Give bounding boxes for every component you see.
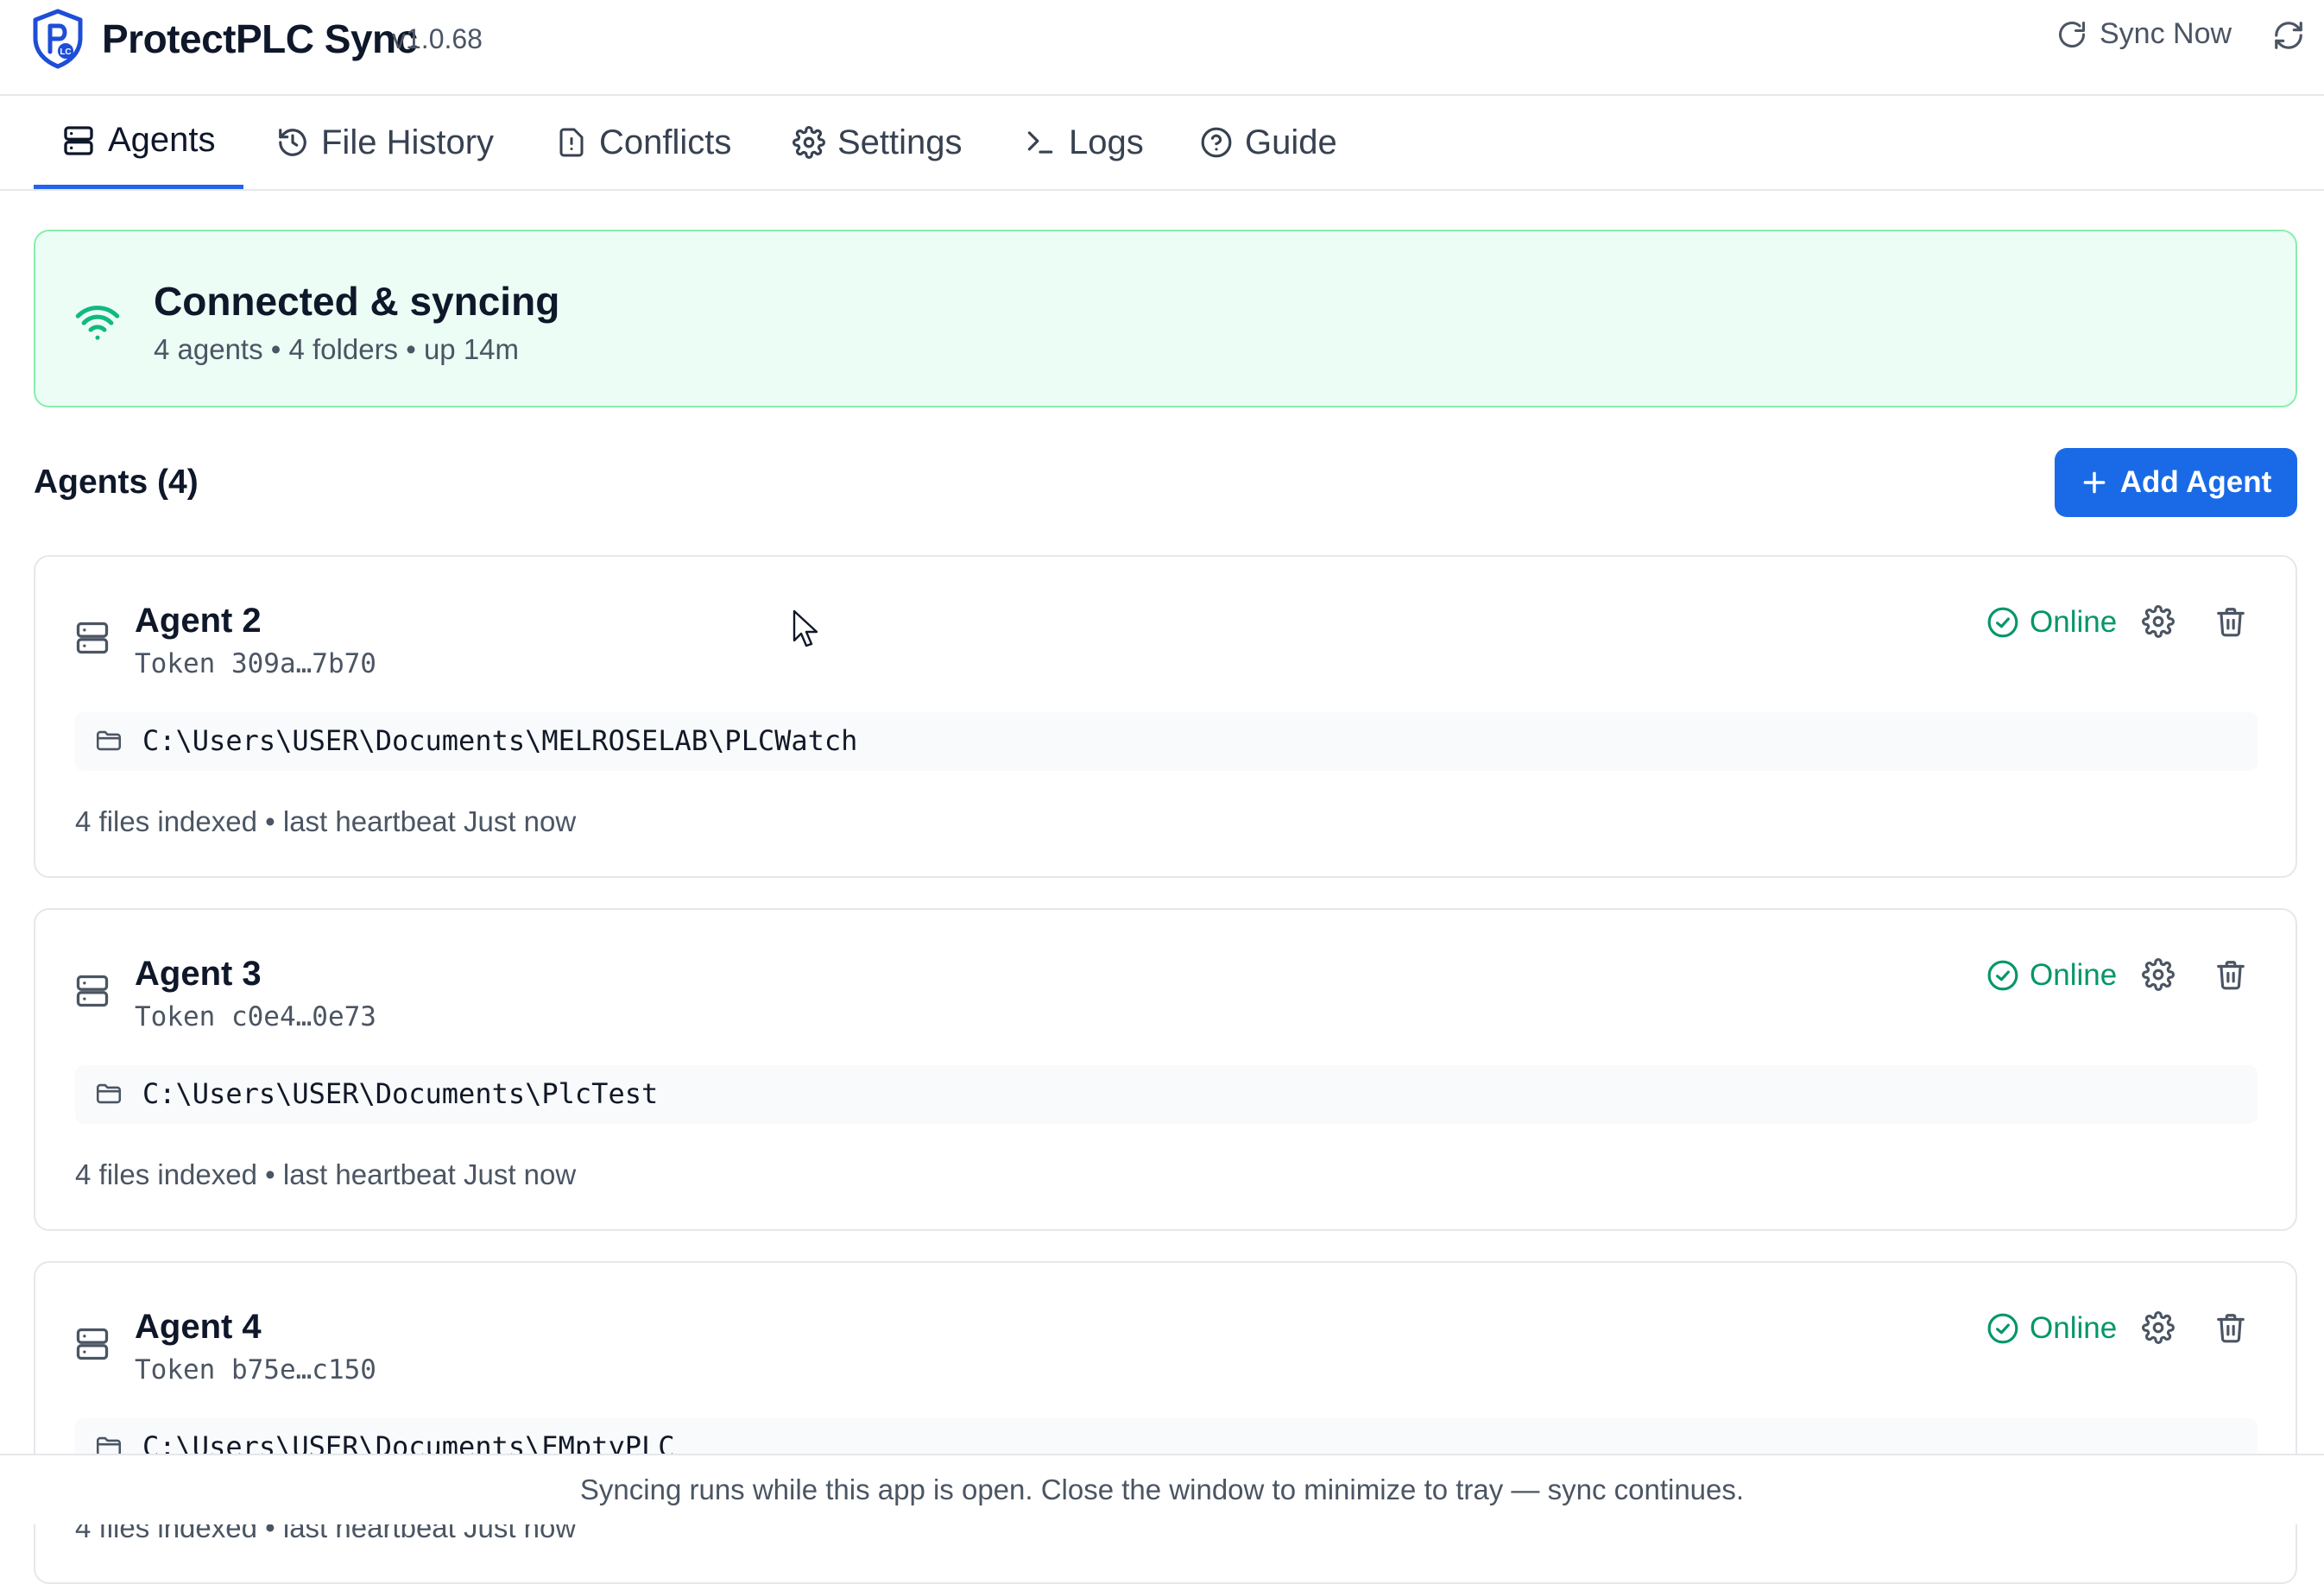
agent-name: Agent 4 [135, 1308, 262, 1346]
agent-card: Agent 3 Token c0e4…0e73 Online C:\Users\… [34, 908, 2297, 1231]
agent-folder-path: C:\Users\USER\Documents\PlcTest [75, 1065, 2258, 1124]
status-badge: Online [1986, 1311, 2117, 1346]
agent-delete-button[interactable] [2214, 958, 2247, 991]
refresh-icon [2272, 19, 2305, 52]
plus-icon [2081, 469, 2108, 496]
check-circle-icon [1986, 959, 2019, 992]
agent-card: Agent 4 Token b75e…c150 Online C:\Users\… [34, 1261, 2297, 1584]
tab-settings[interactable]: Settings [793, 96, 963, 189]
tab-label: Guide [1245, 123, 1337, 161]
agent-delete-button[interactable] [2214, 1311, 2247, 1344]
status-label: Online [2030, 605, 2118, 639]
gear-icon [793, 126, 825, 159]
status-title: Connected & syncing [154, 279, 560, 324]
connection-status-banner: Connected & syncing 4 agents • 4 folders… [34, 230, 2297, 407]
agents-section-title: Agents (4) [34, 464, 199, 501]
tab-guide[interactable]: Guide [1200, 96, 1337, 189]
tab-conflicts[interactable]: Conflicts [556, 96, 731, 189]
terminal-icon [1024, 126, 1057, 159]
agent-token: Token b75e…c150 [135, 1354, 376, 1385]
file-alert-icon [556, 126, 587, 159]
tab-label: Agents [108, 121, 216, 159]
agent-settings-button[interactable] [2142, 605, 2175, 638]
folder-icon [94, 1079, 123, 1108]
agent-folder-path: C:\Users\USER\Documents\MELROSELAB\PLCWa… [75, 712, 2258, 771]
agent-name: Agent 2 [135, 602, 262, 640]
add-agent-label: Add Agent [2119, 465, 2272, 499]
gear-icon [2142, 605, 2175, 638]
tab-bar: Agents File History Conflicts Settings L… [0, 96, 2324, 191]
agent-settings-button[interactable] [2142, 958, 2175, 991]
shield-logo-icon: LC [31, 9, 85, 69]
server-icon [73, 617, 111, 659]
app-header: LC ProtectPLC Sync v1.0.68 Sync Now [0, 0, 2324, 96]
tab-label: Settings [837, 123, 963, 161]
wifi-icon [73, 300, 122, 344]
app-title: ProtectPLC Sync [102, 16, 418, 61]
tab-logs[interactable]: Logs [1024, 96, 1144, 189]
help-circle-icon [1200, 126, 1233, 159]
path-text: C:\Users\USER\Documents\PlcTest [142, 1077, 659, 1110]
tab-label: Conflicts [599, 123, 732, 161]
agent-token: Token c0e4…0e73 [135, 1001, 376, 1032]
status-summary: 4 agents • 4 folders • up 14m [154, 333, 520, 365]
footer-notice: Syncing runs while this app is open. Clo… [0, 1454, 2324, 1524]
agent-meta: 4 files indexed • last heartbeat Just no… [75, 805, 577, 837]
status-badge: Online [1986, 605, 2117, 640]
sync-now-button[interactable]: Sync Now [2056, 17, 2232, 51]
history-icon [276, 126, 309, 159]
gear-icon [2142, 958, 2175, 991]
status-label: Online [2030, 958, 2118, 992]
folder-icon [94, 726, 123, 755]
trash-icon [2214, 1311, 2247, 1344]
app-version: v1.0.68 [392, 23, 483, 54]
tab-agents[interactable]: Agents [34, 96, 243, 189]
agent-meta: 4 files indexed • last heartbeat Just no… [75, 1158, 577, 1190]
agent-token: Token 309a…7b70 [135, 648, 376, 679]
mouse-pointer-icon [793, 609, 820, 649]
refresh-button[interactable] [2272, 19, 2305, 52]
server-icon [73, 970, 111, 1012]
check-circle-icon [1986, 1312, 2019, 1345]
check-circle-icon [1986, 606, 2019, 639]
status-label: Online [2030, 1311, 2118, 1345]
path-text: C:\Users\USER\Documents\MELROSELAB\PLCWa… [142, 724, 858, 757]
status-badge: Online [1986, 958, 2117, 993]
tab-file-history[interactable]: File History [276, 96, 494, 189]
add-agent-button[interactable]: Add Agent [2055, 448, 2297, 517]
trash-icon [2214, 605, 2247, 638]
trash-icon [2214, 958, 2247, 991]
sync-now-label: Sync Now [2100, 17, 2232, 50]
gear-icon [2142, 1311, 2175, 1344]
server-icon [61, 123, 96, 158]
tab-label: Logs [1069, 123, 1144, 161]
svg-text:LC: LC [60, 47, 71, 57]
tab-label: File History [321, 123, 495, 161]
agent-delete-button[interactable] [2214, 605, 2247, 638]
server-icon [73, 1323, 111, 1365]
agent-name: Agent 3 [135, 955, 262, 993]
rotate-icon [2056, 19, 2087, 50]
agent-settings-button[interactable] [2142, 1311, 2175, 1344]
agent-card: Agent 2 Token 309a…7b70 Online C:\Users\… [34, 555, 2297, 878]
